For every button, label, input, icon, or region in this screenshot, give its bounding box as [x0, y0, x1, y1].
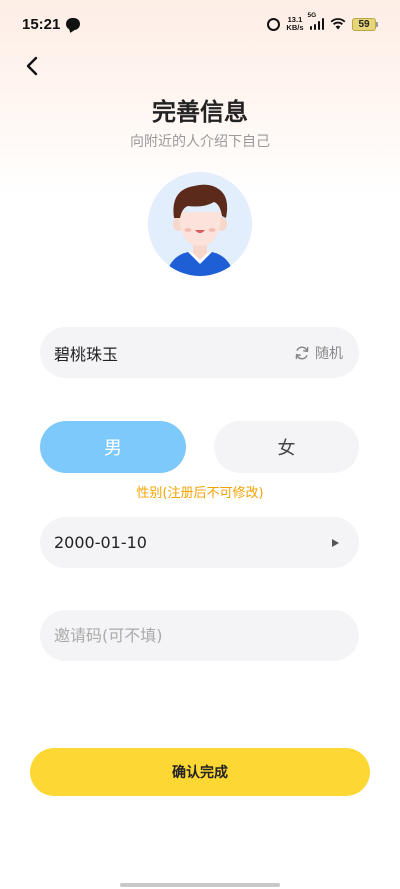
status-left: 15:21 — [22, 15, 81, 33]
avatar-illustration — [166, 184, 234, 276]
nickname-field[interactable]: 随机 — [40, 327, 359, 378]
wifi-icon — [330, 18, 346, 30]
battery-icon: 59 — [352, 17, 378, 31]
random-label: 随机 — [315, 345, 343, 362]
battery-level: 59 — [352, 17, 376, 31]
random-nickname-button[interactable]: 随机 — [294, 343, 343, 363]
status-right: 13.1 KB/s 5G 59 — [267, 12, 378, 32]
net-speed: 13.1 KB/s — [286, 16, 303, 32]
gender-note: 性别(注册后不可修改) — [136, 486, 264, 501]
nickname-input[interactable] — [54, 343, 294, 362]
gender-male-button[interactable]: 男 — [40, 421, 186, 473]
invite-code-input[interactable] — [54, 626, 345, 645]
page-subtitle: 向附近的人介绍下自己 — [130, 134, 270, 150]
back-button[interactable] — [18, 52, 46, 80]
page-title: 完善信息 — [152, 98, 248, 126]
status-bar: 15:21 13.1 KB/s 5G 59 — [0, 0, 400, 48]
gender-female-button[interactable]: 女 — [214, 421, 359, 473]
status-time: 15:21 — [22, 15, 61, 33]
back-chevron-icon — [26, 56, 38, 76]
birthday-picker[interactable]: 2000-01-10 — [40, 517, 359, 568]
cellular-signal-icon: 5G — [308, 12, 324, 30]
play-triangle-icon — [332, 538, 339, 547]
avatar[interactable] — [148, 172, 252, 276]
confirm-button[interactable]: 确认完成 — [30, 748, 370, 796]
alarm-icon — [267, 17, 281, 31]
home-indicator — [120, 883, 280, 887]
network-type: 5G — [307, 12, 317, 19]
refresh-icon — [295, 346, 309, 359]
gender-selector: 男 女 — [40, 421, 359, 473]
birthday-value: 2000-01-10 — [54, 533, 147, 552]
invite-code-field[interactable] — [40, 610, 359, 661]
chat-notification-icon — [66, 18, 81, 30]
net-speed-unit: KB/s — [286, 23, 304, 32]
